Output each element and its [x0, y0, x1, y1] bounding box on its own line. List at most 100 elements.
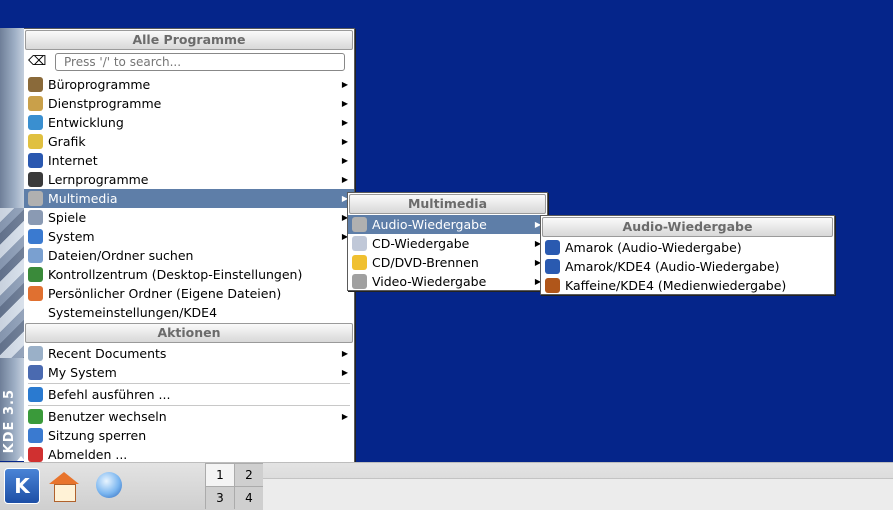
- konqueror-button[interactable]: [92, 468, 126, 502]
- submenu-arrow-icon: ▶: [341, 80, 348, 89]
- run-command-item[interactable]: Befehl ausführen ...: [24, 385, 354, 404]
- pager-desktop-1[interactable]: 1: [206, 464, 234, 486]
- run-command-icon: [28, 387, 43, 402]
- menu-item-program-0[interactable]: Büroprogramme ▶: [24, 75, 354, 94]
- audio-header: Audio-Wiedergabe: [542, 217, 833, 237]
- all-programs-header: Alle Programme: [25, 30, 353, 50]
- separator: [28, 383, 350, 384]
- multimedia-items: Audio-Wiedergabe ▶ CD-Wiedergabe ▶ CD/DVD-Br…: [348, 215, 547, 291]
- menu-item-label: Spiele: [48, 210, 87, 225]
- menu-item-program-6[interactable]: Multimedia ▶: [24, 189, 354, 208]
- menu-item-program-1[interactable]: Dienstprogramme ▶: [24, 94, 354, 113]
- menu-item-label: Multimedia: [48, 191, 118, 206]
- kde-version-label: KDE 3.5: [2, 388, 17, 453]
- menu-item-action-1[interactable]: My System ▶: [24, 363, 354, 382]
- menu-item-program-7[interactable]: Spiele ▶: [24, 208, 354, 227]
- menu-item-label: Persönlicher Ordner (Eigene Dateien): [48, 286, 282, 301]
- multimedia-item-0[interactable]: Audio-Wiedergabe ▶: [348, 215, 547, 234]
- cd-player-icon: [352, 236, 367, 251]
- clear-search-icon[interactable]: ⌫: [28, 55, 46, 69]
- multimedia-item-2[interactable]: CD/DVD-Brennen ▶: [348, 253, 547, 272]
- home-folder-icon: [28, 286, 43, 301]
- menu-item-session-1[interactable]: Sitzung sperren: [24, 426, 354, 445]
- menu-open-indicator: [17, 456, 25, 461]
- menu-item-label: Audio-Wiedergabe: [372, 217, 487, 232]
- submenu-arrow-icon: ▶: [341, 137, 348, 146]
- multimedia-header: Multimedia: [349, 194, 546, 214]
- submenu-arrow-icon: ▶: [341, 118, 348, 127]
- menu-item-label: Sitzung sperren: [48, 428, 147, 443]
- actions-list: Recent Documents ▶ My System ▶: [24, 344, 354, 382]
- menu-item-direct-2[interactable]: Persönlicher Ordner (Eigene Dateien): [24, 284, 354, 303]
- menu-item-label: Dateien/Ordner suchen: [48, 248, 194, 263]
- audio-app-item-2[interactable]: Kaffeine/KDE4 (Medienwiedergabe): [541, 276, 834, 295]
- menu-item-program-8[interactable]: System ▶: [24, 227, 354, 246]
- multimedia-submenu: Multimedia Audio-Wiedergabe ▶ CD-Wiedergab…: [347, 192, 548, 291]
- menu-item-program-3[interactable]: Grafik ▶: [24, 132, 354, 151]
- audio-items: Amarok (Audio-Wiedergabe) Amarok/KDE4 (Au…: [541, 238, 834, 295]
- find-files-icon: [28, 248, 43, 263]
- pager-desktop-3[interactable]: 3: [206, 487, 234, 509]
- menu-item-direct-0[interactable]: Dateien/Ordner suchen: [24, 246, 354, 265]
- menu-item-label: Entwicklung: [48, 115, 124, 130]
- menu-item-label: Büroprogramme: [48, 77, 151, 92]
- menu-item-label: CD-Wiedergabe: [372, 236, 470, 251]
- menu-item-program-2[interactable]: Entwicklung ▶: [24, 113, 354, 132]
- amarok-icon: [545, 259, 560, 274]
- menu-item-label: Grafik: [48, 134, 86, 149]
- menu-item-program-5[interactable]: Lernprogramme ▶: [24, 170, 354, 189]
- switch-user-icon: [28, 409, 43, 424]
- internet-icon: [28, 153, 43, 168]
- office-icon: [28, 77, 43, 92]
- recent-documents-icon: [28, 346, 43, 361]
- taskbar-tray-area: [263, 478, 893, 510]
- multimedia-icon: [28, 191, 43, 206]
- pager-desktop-4[interactable]: 4: [235, 487, 263, 509]
- session-list: Benutzer wechseln ▶ Sitzung sperren Abmelde…: [24, 407, 354, 464]
- menu-item-direct-3[interactable]: Systemeinstellungen/KDE4: [24, 303, 354, 322]
- home-icon-body: [54, 484, 76, 502]
- audio-app-item-1[interactable]: Amarok/KDE4 (Audio-Wiedergabe): [541, 257, 834, 276]
- control-center-icon: [28, 267, 43, 282]
- menu-item-label: Amarok (Audio-Wiedergabe): [565, 240, 742, 255]
- menu-item-label: Video-Wiedergabe: [372, 274, 487, 289]
- menu-item-action-0[interactable]: Recent Documents ▶: [24, 344, 354, 363]
- submenu-arrow-icon: ▶: [341, 99, 348, 108]
- multimedia-item-1[interactable]: CD-Wiedergabe ▶: [348, 234, 547, 253]
- menu-item-label: Benutzer wechseln: [48, 409, 167, 424]
- k-menu: Alle Programme ⌫ Büroprogramme▶Dienstpro…: [24, 28, 355, 463]
- menu-item-direct-1[interactable]: Kontrollzentrum (Desktop-Einstellungen): [24, 265, 354, 284]
- menu-item-label: My System: [48, 365, 117, 380]
- utilities-icon: [28, 96, 43, 111]
- audio-submenu: Audio-Wiedergabe Amarok (Audio-Wiedergab…: [540, 215, 835, 295]
- actions-header: Aktionen: [25, 323, 353, 343]
- my-system-icon: [28, 365, 43, 380]
- menu-item-label: Systemeinstellungen/KDE4: [48, 305, 218, 320]
- menu-item-label: Amarok/KDE4 (Audio-Wiedergabe): [565, 259, 780, 274]
- menu-item-label: System: [48, 229, 95, 244]
- pager-desktop-2[interactable]: 2: [235, 464, 263, 486]
- kde-logo-icon: K: [14, 474, 30, 498]
- submenu-arrow-icon: ▶: [341, 349, 348, 358]
- multimedia-item-3[interactable]: Video-Wiedergabe ▶: [348, 272, 547, 291]
- menu-item-label: Kaffeine/KDE4 (Medienwiedergabe): [565, 278, 787, 293]
- home-folder-button[interactable]: [47, 468, 81, 502]
- k-menu-button[interactable]: K: [4, 468, 40, 504]
- menu-item-label: Kontrollzentrum (Desktop-Einstellungen): [48, 267, 303, 282]
- menu-item-program-4[interactable]: Internet ▶: [24, 151, 354, 170]
- separator: [28, 405, 350, 406]
- audio-app-item-0[interactable]: Amarok (Audio-Wiedergabe): [541, 238, 834, 257]
- menu-item-label: Lernprogramme: [48, 172, 149, 187]
- audio-icon: [352, 217, 367, 232]
- kde-cubes-graphic: [0, 208, 25, 358]
- menu-item-label: Abmelden ...: [48, 447, 128, 462]
- menu-item-session-0[interactable]: Benutzer wechseln ▶: [24, 407, 354, 426]
- cd-burn-icon: [352, 255, 367, 270]
- menu-item-label: CD/DVD-Brennen: [372, 255, 479, 270]
- menu-item-label: Recent Documents: [48, 346, 167, 361]
- kde-side-banner: KDE 3.5: [0, 28, 25, 461]
- video-icon: [352, 274, 367, 289]
- program-list: Büroprogramme ▶ Dienstprogramme ▶ Entwicklun…: [24, 75, 354, 246]
- menu-item-label: Befehl ausführen ...: [48, 387, 171, 402]
- search-input[interactable]: [55, 53, 345, 71]
